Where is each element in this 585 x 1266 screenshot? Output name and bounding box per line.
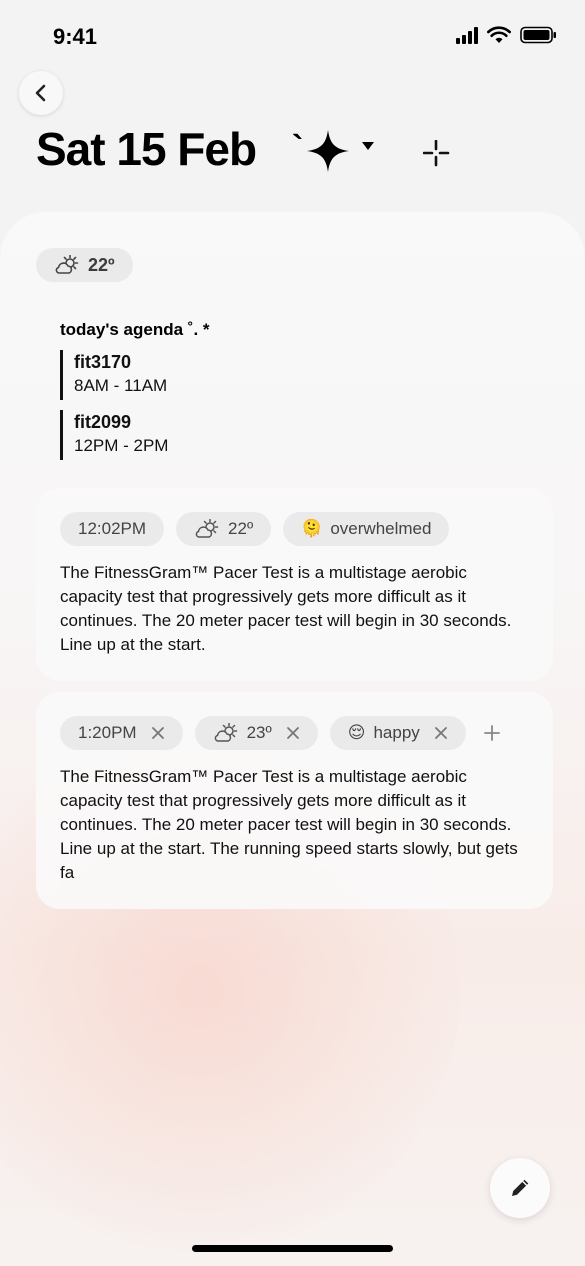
home-indicator[interactable]: [192, 1245, 393, 1252]
entry-chips-row: 1:20PM 23º 😌 happy: [60, 716, 529, 750]
sparkle-add-icon[interactable]: [423, 140, 451, 168]
agenda-section: today's agenda ˚. * fit3170 8AM - 11AM f…: [60, 320, 210, 460]
close-icon[interactable]: [286, 726, 300, 740]
page-title: Sat 15 Feb: [36, 123, 257, 175]
status-icons: [456, 26, 557, 44]
partly-cloudy-icon: [214, 723, 237, 742]
wifi-icon: [487, 26, 511, 43]
plus-icon: [483, 725, 500, 741]
weather-chip[interactable]: 22º: [176, 512, 272, 546]
title-tick: `: [292, 129, 304, 167]
cellular-signal-icon: [456, 26, 478, 44]
weather-summary-temp: 22º: [88, 254, 115, 275]
mood-chip[interactable]: 😌 happy: [329, 716, 466, 750]
back-button[interactable]: [19, 71, 63, 115]
agenda-item[interactable]: fit2099 12PM - 2PM: [60, 410, 210, 460]
entry-chips-row: 12:02PM 22º 🫠 overwhelmed: [60, 512, 529, 546]
agenda-item-name: fit2099: [74, 412, 132, 432]
title-decoration[interactable]: `: [292, 128, 375, 174]
sparkle-icon: [307, 130, 350, 172]
partly-cloudy-icon: [195, 519, 219, 538]
weather-chip-temp: 22º: [228, 519, 254, 538]
pencil-icon: [512, 1179, 529, 1196]
weather-chip-temp: 23º: [246, 723, 272, 742]
weather-chip[interactable]: 23º: [194, 716, 318, 750]
entry-text[interactable]: The FitnessGram™ Pacer Test is a multist…: [60, 561, 529, 657]
agenda-item-time: 12PM - 2PM: [74, 436, 169, 455]
status-bar: 9:41: [0, 0, 585, 70]
time-chip[interactable]: 12:02PM: [60, 512, 165, 546]
mood-chip[interactable]: 🫠 overwhelmed: [283, 512, 450, 546]
caret-down-icon[interactable]: [361, 141, 375, 151]
agenda-item-time: 8AM - 11AM: [74, 376, 168, 395]
battery-icon: [520, 26, 556, 44]
journal-entry-card[interactable]: 12:02PM 22º 🫠 overwhelmed The FitnessGra…: [36, 488, 553, 681]
weather-summary-chip: 22º: [36, 248, 133, 282]
add-tag-button[interactable]: [483, 725, 500, 741]
agenda-heading: today's agenda ˚. *: [60, 320, 210, 339]
mood-chip-label: overwhelmed: [330, 519, 432, 538]
chevron-left-icon: [35, 84, 46, 102]
entry-text[interactable]: The FitnessGram™ Pacer Test is a multist…: [60, 765, 529, 885]
status-time: 9:41: [53, 24, 98, 49]
edit-button[interactable]: [490, 1158, 550, 1218]
time-chip[interactable]: 1:20PM: [60, 716, 183, 750]
journal-sheet: 22º today's agenda ˚. * fit3170 8AM - 11…: [0, 212, 585, 1266]
journal-entry-card[interactable]: 1:20PM 23º 😌 happy The FitnessGram™ Pace…: [36, 692, 553, 909]
mood-emoji: 🫠: [301, 519, 323, 538]
time-chip-label: 12:02PM: [78, 519, 147, 538]
mood-chip-label: happy: [373, 723, 420, 742]
partly-cloudy-icon: [55, 255, 79, 274]
mood-emoji: 😌: [347, 723, 366, 742]
close-icon[interactable]: [434, 726, 448, 740]
agenda-item[interactable]: fit3170 8AM - 11AM: [60, 350, 210, 400]
close-icon[interactable]: [151, 726, 165, 740]
time-chip-label: 1:20PM: [78, 723, 137, 742]
agenda-item-name: fit3170: [74, 352, 132, 372]
